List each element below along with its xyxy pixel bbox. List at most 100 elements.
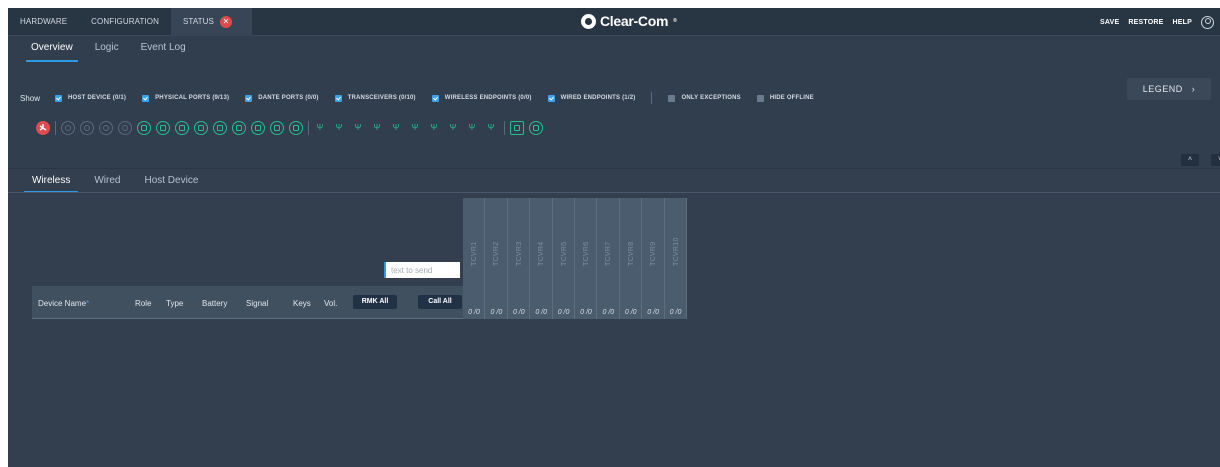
transceiver-antenna-icon[interactable]: Ψ (371, 121, 383, 135)
filter-wired-endpoints[interactable]: WIRED ENDPOINTS (1/2) (547, 94, 636, 102)
transceiver-label: TCVR10 (672, 237, 680, 266)
transceiver-column: TCVR2 0 /0 (485, 198, 508, 319)
legend-label: LEGEND (1142, 84, 1183, 94)
tab-host-device[interactable]: Host Device (132, 175, 210, 193)
port-online-icon[interactable] (175, 121, 189, 135)
checkbox-checked-icon[interactable] (55, 94, 63, 102)
checkbox-checked-icon[interactable] (334, 94, 342, 102)
column-vol[interactable]: Vol. (324, 299, 337, 308)
rmk-all-button[interactable]: RMK All (353, 295, 397, 309)
transceiver-column: TCVR7 0 /0 (597, 198, 620, 319)
save-button[interactable]: SAVE (1100, 19, 1119, 26)
main-nav: HARDWARE CONFIGURATION STATUS✕1 (8, 8, 252, 36)
transceiver-count: 0 /0 (669, 309, 682, 316)
column-signal[interactable]: Signal (246, 299, 268, 308)
transceiver-count: 0 /0 (602, 309, 615, 316)
panel-tabs: Wireless Wired Host Device (20, 175, 210, 193)
user-icon[interactable] (1201, 15, 1214, 29)
restore-button[interactable]: RESTORE (1128, 19, 1163, 26)
transceiver-antenna-icon[interactable]: Ψ (466, 121, 478, 135)
port-offline-icon[interactable] (118, 121, 132, 135)
column-keys[interactable]: Keys (293, 299, 311, 308)
option-hide-offline[interactable]: HIDE OFFLINE (756, 94, 814, 102)
divider (308, 121, 309, 135)
transceiver-column: TCVR10 0 /0 (665, 198, 687, 319)
top-actions: SAVE RESTORE HELP (1100, 8, 1214, 36)
nav-configuration[interactable]: CONFIGURATION (79, 8, 171, 36)
tab-logic[interactable]: Logic (84, 37, 130, 63)
port-online-icon[interactable] (251, 121, 265, 135)
status-detail-panel: Wireless Wired Host Device text to send … (8, 168, 1220, 467)
nav-status[interactable]: STATUS✕1 (171, 8, 252, 36)
transceiver-antenna-icon[interactable]: Ψ (485, 121, 497, 135)
checkbox-checked-icon[interactable] (431, 94, 439, 102)
port-offline-icon[interactable] (80, 121, 94, 135)
option-label: HIDE OFFLINE (769, 95, 814, 101)
tab-overview[interactable]: Overview (20, 37, 84, 63)
show-label: Show (20, 93, 41, 103)
checkbox-checked-icon[interactable] (547, 94, 555, 102)
call-all-button[interactable]: Call All (418, 295, 462, 309)
port-offline-icon[interactable] (99, 121, 113, 135)
transceiver-antenna-icon[interactable]: Ψ (447, 121, 459, 135)
port-online-icon[interactable] (232, 121, 246, 135)
tab-event-log[interactable]: Event Log (130, 37, 197, 63)
text-to-send-input[interactable]: text to send (384, 262, 460, 278)
transceiver-antenna-icon[interactable]: Ψ (428, 121, 440, 135)
port-online-icon[interactable] (137, 121, 151, 135)
tab-wired[interactable]: Wired (82, 175, 132, 193)
checkbox-unchecked-icon[interactable] (668, 94, 676, 102)
transceiver-column: TCVR4 0 /0 (530, 198, 553, 319)
help-button[interactable]: HELP (1173, 19, 1192, 26)
column-label: Device Name (38, 299, 87, 308)
transceiver-label: TCVR7 (605, 241, 613, 266)
transceiver-label: TCVR5 (560, 241, 568, 266)
option-only-exceptions[interactable]: ONLY EXCEPTIONS (668, 94, 741, 102)
legend-button[interactable]: LEGEND › (1127, 78, 1211, 100)
wired-endpoint-icon[interactable] (529, 121, 543, 135)
port-online-icon[interactable] (213, 121, 227, 135)
port-online-icon[interactable] (194, 121, 208, 135)
divider (55, 121, 56, 135)
filter-dante-ports[interactable]: DANTE PORTS (0/0) (245, 94, 318, 102)
filter-host-device[interactable]: HOST DEVICE (0/1) (55, 94, 126, 102)
divider (504, 121, 505, 135)
chevron-up-icon[interactable]: ˄ (1181, 154, 1199, 166)
column-battery[interactable]: Battery (202, 299, 227, 308)
port-online-icon[interactable] (156, 121, 170, 135)
transceiver-count: 0 /0 (557, 309, 570, 316)
filter-physical-ports[interactable]: PHYSICAL PORTS (9/13) (142, 94, 230, 102)
checkbox-checked-icon[interactable] (142, 94, 150, 102)
transceiver-column: TCVR8 0 /0 (620, 198, 643, 319)
transceiver-antenna-icon[interactable]: Ψ (352, 121, 364, 135)
transceiver-antenna-icon[interactable]: Ψ (314, 121, 326, 135)
transceiver-count: 0 /0 (490, 309, 503, 316)
registered-mark: ® (673, 18, 677, 24)
chevron-down-icon[interactable]: ˅ (1211, 154, 1220, 166)
port-online-icon[interactable] (289, 121, 303, 135)
nav-hardware[interactable]: HARDWARE (8, 8, 79, 36)
brand-name: Clear-Com (600, 13, 669, 29)
filter-transceivers[interactable]: TRANSCEIVERS (0/10) (334, 94, 416, 102)
divider (8, 192, 1220, 193)
transceiver-antenna-icon[interactable]: Ψ (333, 121, 345, 135)
table-header: Device Name* Role Type Battery Signal Ke… (32, 286, 463, 319)
wired-endpoint-icon[interactable] (510, 121, 524, 135)
filter-label: TRANSCEIVERS (0/10) (347, 95, 416, 101)
transceiver-column: TCVR1 0 /0 (463, 198, 486, 319)
checkbox-checked-icon[interactable] (245, 94, 253, 102)
transceiver-antenna-icon[interactable]: Ψ (409, 121, 421, 135)
port-online-icon[interactable] (270, 121, 284, 135)
filter-label: PHYSICAL PORTS (9/13) (155, 95, 230, 101)
column-type[interactable]: Type (166, 299, 183, 308)
transceiver-label: TCVR1 (471, 241, 478, 266)
transceiver-antenna-icon[interactable]: Ψ (390, 121, 402, 135)
checkbox-unchecked-icon[interactable] (756, 94, 764, 102)
tab-wireless[interactable]: Wireless (20, 175, 82, 193)
column-device-name[interactable]: Device Name* (38, 299, 89, 308)
port-offline-icon[interactable] (61, 121, 75, 135)
filter-wireless-endpoints[interactable]: WIRELESS ENDPOINTS (0/0) (431, 94, 532, 102)
host-device-alert-icon[interactable] (36, 121, 50, 135)
transceiver-label: TCVR2 (493, 241, 501, 266)
column-role[interactable]: Role (135, 299, 151, 308)
